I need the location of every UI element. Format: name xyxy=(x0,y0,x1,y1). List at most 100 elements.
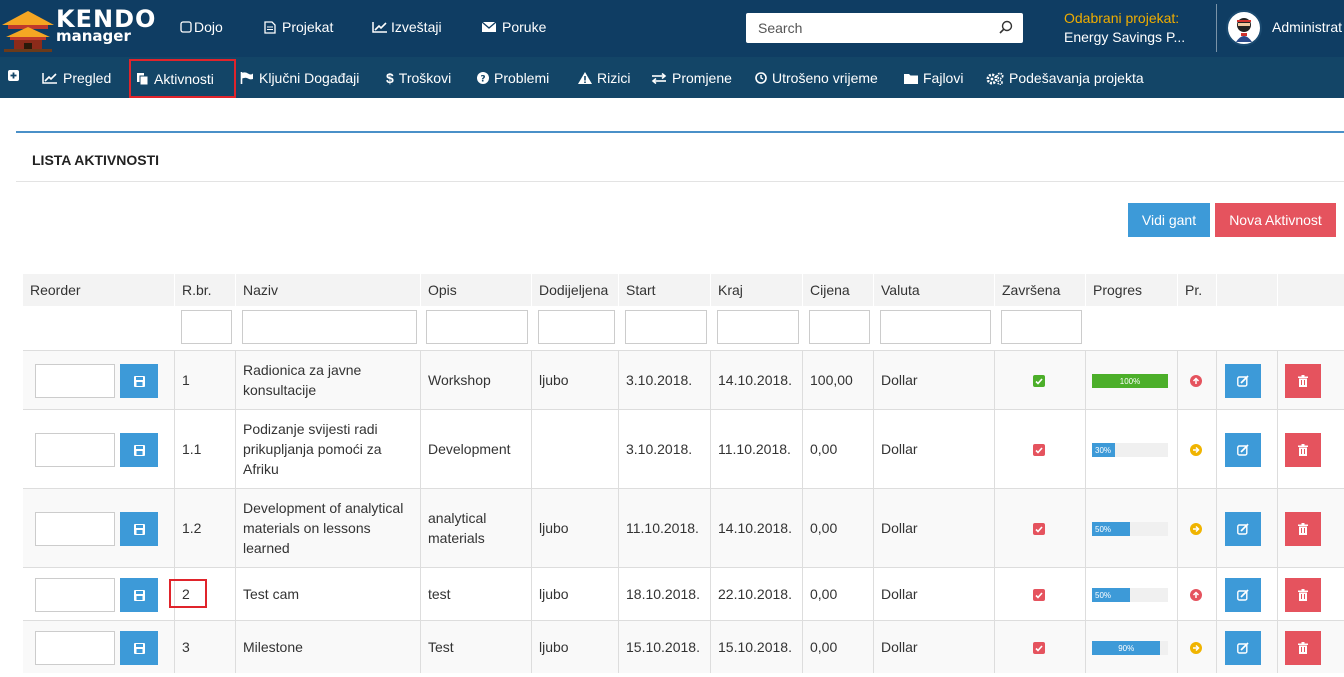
edit-button[interactable] xyxy=(1225,512,1261,546)
column-header-delete xyxy=(1277,274,1344,306)
topnav-izvestaji[interactable]: Izveštaji xyxy=(372,19,442,35)
column-header-dodijeljena[interactable]: Dodijeljena xyxy=(531,274,618,306)
subnav-problemi[interactable]: ? Problemi xyxy=(477,70,549,86)
edit-button[interactable] xyxy=(1225,578,1261,612)
filter-valuta-input[interactable] xyxy=(880,310,991,344)
folder-icon xyxy=(904,73,918,84)
not-completed-check-icon[interactable] xyxy=(1033,642,1045,654)
avatar[interactable] xyxy=(1226,10,1262,46)
subnav-utroseno-vrijeme[interactable]: Utrošeno vrijeme xyxy=(755,70,878,86)
reorder-input[interactable] xyxy=(35,631,115,665)
priority-normal-icon xyxy=(1190,444,1202,456)
delete-button[interactable] xyxy=(1285,512,1321,546)
filter-cijena-input[interactable] xyxy=(809,310,870,344)
filter-rbr-input[interactable] xyxy=(181,310,232,344)
arrow-right-icon xyxy=(1193,446,1200,454)
subnav-add[interactable] xyxy=(8,70,19,81)
subnav-troskovi[interactable]: $ Troškovi xyxy=(386,70,451,86)
save-order-button[interactable] xyxy=(120,433,158,467)
subnav-kljucni-dogadjaji[interactable]: Ključni Događaji xyxy=(240,70,359,86)
cell-dodijeljena: ljubo xyxy=(531,489,618,567)
copy-icon xyxy=(137,73,149,85)
topnav-dojo[interactable]: Dojo xyxy=(180,19,223,35)
column-divider xyxy=(1277,410,1278,488)
column-header-prioritet[interactable]: Pr. xyxy=(1177,274,1216,306)
panel-title: LISTA AKTIVNOSTI xyxy=(32,152,160,168)
subnav-pregled[interactable]: Pregled xyxy=(42,70,111,86)
search-icon[interactable] xyxy=(999,20,1013,34)
save-order-button[interactable] xyxy=(120,631,158,665)
edit-button[interactable] xyxy=(1225,631,1261,665)
column-header-reorder[interactable]: Reorder xyxy=(23,274,163,306)
not-completed-check-icon[interactable] xyxy=(1033,523,1045,535)
filter-kraj-input[interactable] xyxy=(717,310,799,344)
completed-check-icon[interactable] xyxy=(1033,375,1045,387)
column-header-cijena[interactable]: Cijena xyxy=(802,274,873,306)
subnav-aktivnosti[interactable]: Aktivnosti xyxy=(129,59,236,98)
document-icon xyxy=(264,20,276,34)
column-header-valuta[interactable]: Valuta xyxy=(873,274,994,306)
delete-button[interactable] xyxy=(1285,364,1321,398)
subnav-fajlovi[interactable]: Fajlovi xyxy=(904,70,963,86)
column-header-zavrsena[interactable]: Završena xyxy=(994,274,1085,306)
subnav-podesavanja-projekta[interactable]: Podešavanja projekta xyxy=(986,70,1144,86)
trash-icon xyxy=(1298,444,1308,456)
cell-valuta-text: Dollar xyxy=(881,441,918,457)
column-divider xyxy=(994,351,995,409)
column-divider xyxy=(994,568,995,620)
search-input[interactable] xyxy=(746,13,986,43)
column-divider xyxy=(1085,351,1086,409)
filter-start-input[interactable] xyxy=(625,310,707,344)
filter-dodijeljena-input[interactable] xyxy=(538,310,615,344)
column-header-naziv[interactable]: Naziv xyxy=(235,274,419,306)
column-header-rbr[interactable]: R.br. xyxy=(174,274,234,306)
column-divider xyxy=(1177,568,1178,620)
column-header-opis[interactable]: Opis xyxy=(420,274,531,306)
view-gantt-button[interactable]: Vidi gant xyxy=(1128,203,1210,237)
filter-opis-input[interactable] xyxy=(426,310,528,344)
column-divider xyxy=(1177,351,1178,409)
selected-project-name[interactable]: Energy Savings P... xyxy=(1064,29,1204,45)
cell-kraj-text: 15.10.2018. xyxy=(718,639,792,655)
filter-zavrsena-input[interactable] xyxy=(1001,310,1082,344)
edit-button[interactable] xyxy=(1225,433,1261,467)
floppy-icon xyxy=(133,444,145,456)
delete-button[interactable] xyxy=(1285,433,1321,467)
not-completed-check-icon[interactable] xyxy=(1033,589,1045,601)
progress-fill: 50% xyxy=(1092,588,1130,602)
save-order-button[interactable] xyxy=(120,578,158,612)
not-completed-check-icon[interactable] xyxy=(1033,444,1045,456)
cell-valuta-text: Dollar xyxy=(881,372,918,388)
trash-icon xyxy=(1298,642,1308,654)
filter-row xyxy=(23,306,1344,350)
kendo-manager-logo[interactable]: KENDO manager xyxy=(0,3,155,53)
reorder-input[interactable] xyxy=(35,578,115,612)
edit-button[interactable] xyxy=(1225,364,1261,398)
reorder-input[interactable] xyxy=(35,364,115,398)
column-header-kraj[interactable]: Kraj xyxy=(710,274,802,306)
reorder-input[interactable] xyxy=(35,433,115,467)
user-name[interactable]: Administrat xyxy=(1272,19,1342,35)
column-header-progres[interactable]: Progres xyxy=(1085,274,1177,306)
floppy-icon xyxy=(133,589,145,601)
save-order-button[interactable] xyxy=(120,512,158,546)
filter-naziv-input[interactable] xyxy=(242,310,417,344)
svg-text:?: ? xyxy=(480,75,485,85)
cell-start-text: 3.10.2018. xyxy=(626,372,693,388)
cell-valuta: Dollar xyxy=(873,410,994,488)
topnav-poruke[interactable]: Poruke xyxy=(482,19,546,35)
progress-fill: 90% xyxy=(1092,641,1161,655)
column-header-start[interactable]: Start xyxy=(618,274,710,306)
cell-dodijeljena: ljubo xyxy=(531,568,618,620)
reorder-input[interactable] xyxy=(35,512,115,546)
subnav-promjene[interactable]: Promjene xyxy=(651,70,732,86)
subnav-rizici[interactable]: Rizici xyxy=(578,70,630,86)
cell-cijena-text: 0,00 xyxy=(810,639,838,655)
delete-button[interactable] xyxy=(1285,578,1321,612)
delete-button[interactable] xyxy=(1285,631,1321,665)
cell-naziv-text: Development of analytical materials on l… xyxy=(243,500,404,556)
progress-fill: 50% xyxy=(1092,522,1130,536)
topnav-projekat[interactable]: Projekat xyxy=(264,19,333,35)
new-activity-button[interactable]: Nova Aktivnost xyxy=(1215,203,1336,237)
save-order-button[interactable] xyxy=(120,364,158,398)
